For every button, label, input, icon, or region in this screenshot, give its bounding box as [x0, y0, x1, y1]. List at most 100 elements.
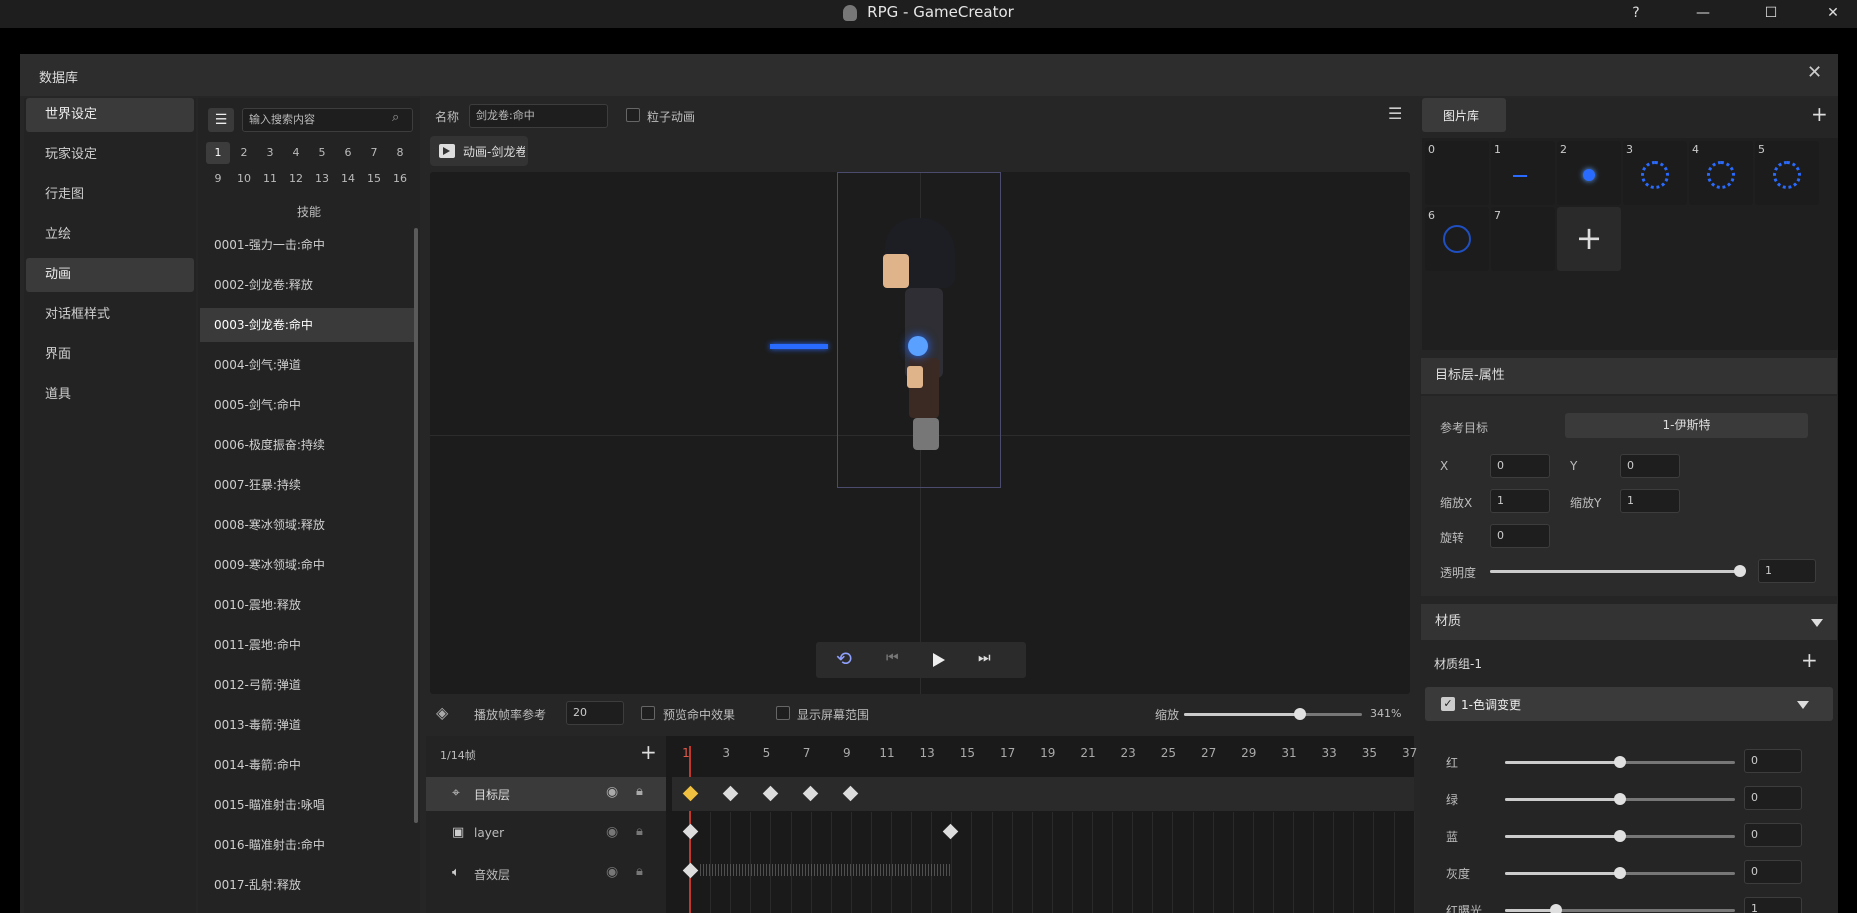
- scalex-input[interactable]: 1: [1490, 489, 1550, 513]
- frame-number[interactable]: 25: [1156, 746, 1180, 760]
- add-layer-button[interactable]: +: [640, 740, 657, 764]
- dialog-close-button[interactable]: ✕: [1807, 62, 1822, 83]
- list-item[interactable]: 0016-瞄准射击:命中: [200, 828, 414, 862]
- list-item[interactable]: 0011-震地:命中: [200, 628, 414, 662]
- gallery-thumb[interactable]: 6: [1425, 207, 1489, 271]
- layer-row-target[interactable]: ⌖ 目标层 ◉ 🔒︎: [426, 777, 666, 811]
- frame-number[interactable]: 1: [674, 746, 698, 760]
- material-section-header[interactable]: 材质: [1421, 604, 1837, 640]
- nav-item-world[interactable]: 世界设定: [26, 98, 194, 132]
- gallery-thumb[interactable]: 2: [1557, 141, 1621, 205]
- frame-number[interactable]: 33: [1317, 746, 1341, 760]
- gallery-thumb[interactable]: 7: [1491, 207, 1555, 271]
- preview-hit-checkbox[interactable]: [641, 706, 655, 720]
- nav-item-player[interactable]: 玩家设定: [26, 138, 194, 172]
- frame-number[interactable]: 5: [754, 746, 778, 760]
- list-item[interactable]: 0001-强力一击:命中: [200, 228, 414, 262]
- check-icon[interactable]: ✓: [1441, 697, 1455, 711]
- frame-number[interactable]: 19: [1036, 746, 1060, 760]
- minimize-button[interactable]: —: [1680, 0, 1726, 28]
- maximize-button[interactable]: ☐: [1748, 0, 1794, 28]
- nav-item-dialog-style[interactable]: 对话框样式: [26, 298, 194, 332]
- channel-slider-knob[interactable]: [1614, 793, 1626, 805]
- list-item[interactable]: 0015-瞄准射击:咏唱: [200, 788, 414, 822]
- frame-number[interactable]: 21: [1076, 746, 1100, 760]
- gallery-thumb[interactable]: 1: [1491, 141, 1555, 205]
- fps-input[interactable]: 20: [566, 701, 624, 725]
- page-button-2[interactable]: 2: [232, 142, 256, 164]
- channel-input[interactable]: 0: [1744, 749, 1802, 773]
- page-button-16[interactable]: 16: [388, 168, 412, 190]
- gallery-thumb[interactable]: 4: [1689, 141, 1753, 205]
- frame-number[interactable]: 31: [1277, 746, 1301, 760]
- zoom-slider-knob[interactable]: [1293, 708, 1306, 720]
- frame-number[interactable]: 23: [1116, 746, 1140, 760]
- ref-target-select[interactable]: 1-伊斯特: [1565, 413, 1808, 438]
- add-thumb-button[interactable]: +: [1557, 207, 1621, 271]
- x-input[interactable]: 0: [1490, 454, 1550, 478]
- eye-icon[interactable]: ◉: [606, 784, 618, 800]
- list-item[interactable]: 0003-剑龙卷:命中: [200, 308, 414, 342]
- page-button-11[interactable]: 11: [258, 168, 282, 190]
- frame-number[interactable]: 13: [915, 746, 939, 760]
- nav-item-interface[interactable]: 界面: [26, 338, 194, 372]
- opacity-slider-knob[interactable]: [1734, 565, 1746, 577]
- preview-canvas[interactable]: ⟲ ⏮ ⏭: [430, 172, 1410, 694]
- frame-number[interactable]: 35: [1357, 746, 1381, 760]
- frame-number[interactable]: 11: [875, 746, 899, 760]
- frame-number[interactable]: 27: [1197, 746, 1221, 760]
- frame-number[interactable]: 3: [714, 746, 738, 760]
- frame-number[interactable]: 37: [1398, 746, 1422, 760]
- list-view-icon[interactable]: ☰: [1388, 104, 1402, 123]
- step-back-icon[interactable]: ⏮: [886, 650, 899, 666]
- loop-icon[interactable]: ⟲: [836, 648, 852, 670]
- layer-row-layer[interactable]: ▣ layer ◉ 🔒︎: [426, 817, 666, 851]
- list-item[interactable]: 0002-剑龙卷:释放: [200, 268, 414, 302]
- list-item[interactable]: 0009-寒冰领域:命中: [200, 548, 414, 582]
- gallery-thumb[interactable]: 5: [1755, 141, 1819, 205]
- scaley-input[interactable]: 1: [1620, 489, 1680, 513]
- name-input[interactable]: 剑龙卷:命中: [469, 104, 608, 128]
- eye-icon[interactable]: ◉: [606, 864, 618, 880]
- list-item[interactable]: 0012-弓箭:弹道: [200, 668, 414, 702]
- opacity-input[interactable]: 1: [1758, 559, 1816, 583]
- frame-number[interactable]: 7: [795, 746, 819, 760]
- nav-item-animation[interactable]: 动画: [26, 258, 194, 292]
- eye-icon[interactable]: ◉: [606, 824, 618, 840]
- lock-icon[interactable]: 🔒︎: [636, 864, 643, 879]
- lock-icon[interactable]: 🔒︎: [636, 824, 643, 839]
- nav-item-items[interactable]: 道具: [26, 378, 194, 412]
- channel-slider-knob[interactable]: [1549, 904, 1562, 913]
- page-button-12[interactable]: 12: [284, 168, 308, 190]
- gallery-tab[interactable]: 图片库: [1422, 98, 1506, 132]
- list-item[interactable]: 0014-毒箭:命中: [200, 748, 414, 782]
- add-image-button[interactable]: +: [1811, 102, 1828, 126]
- search-input[interactable]: 输入搜索内容: [242, 108, 413, 132]
- page-button-4[interactable]: 4: [284, 142, 308, 164]
- frame-number[interactable]: 17: [996, 746, 1020, 760]
- rotation-input[interactable]: 0: [1490, 524, 1550, 548]
- help-button[interactable]: ?: [1613, 0, 1659, 28]
- bucket-icon[interactable]: ◈: [436, 703, 448, 722]
- channel-input[interactable]: 0: [1744, 823, 1802, 847]
- list-item[interactable]: 0007-狂暴:持续: [200, 468, 414, 502]
- page-button-1[interactable]: 1: [206, 142, 230, 164]
- channel-input[interactable]: 1: [1744, 897, 1802, 913]
- add-material-button[interactable]: +: [1801, 648, 1818, 672]
- gallery-thumb[interactable]: 0: [1425, 141, 1489, 205]
- channel-input[interactable]: 0: [1744, 786, 1802, 810]
- page-button-15[interactable]: 15: [362, 168, 386, 190]
- list-item[interactable]: 0013-毒箭:弹道: [200, 708, 414, 742]
- gallery-thumb[interactable]: 3: [1623, 141, 1687, 205]
- page-button-10[interactable]: 10: [232, 168, 256, 190]
- page-button-3[interactable]: 3: [258, 142, 282, 164]
- play-icon[interactable]: [933, 653, 945, 667]
- effect-header[interactable]: ✓ 1-色调变更: [1425, 687, 1833, 721]
- list-item[interactable]: 0017-乱射:释放: [200, 868, 414, 902]
- layer-row-sound[interactable]: 🔈︎ 音效层 ◉ 🔒︎: [426, 857, 666, 891]
- page-button-5[interactable]: 5: [310, 142, 334, 164]
- page-button-14[interactable]: 14: [336, 168, 360, 190]
- frame-number[interactable]: 9: [835, 746, 859, 760]
- frame-number[interactable]: 29: [1237, 746, 1261, 760]
- page-button-9[interactable]: 9: [206, 168, 230, 190]
